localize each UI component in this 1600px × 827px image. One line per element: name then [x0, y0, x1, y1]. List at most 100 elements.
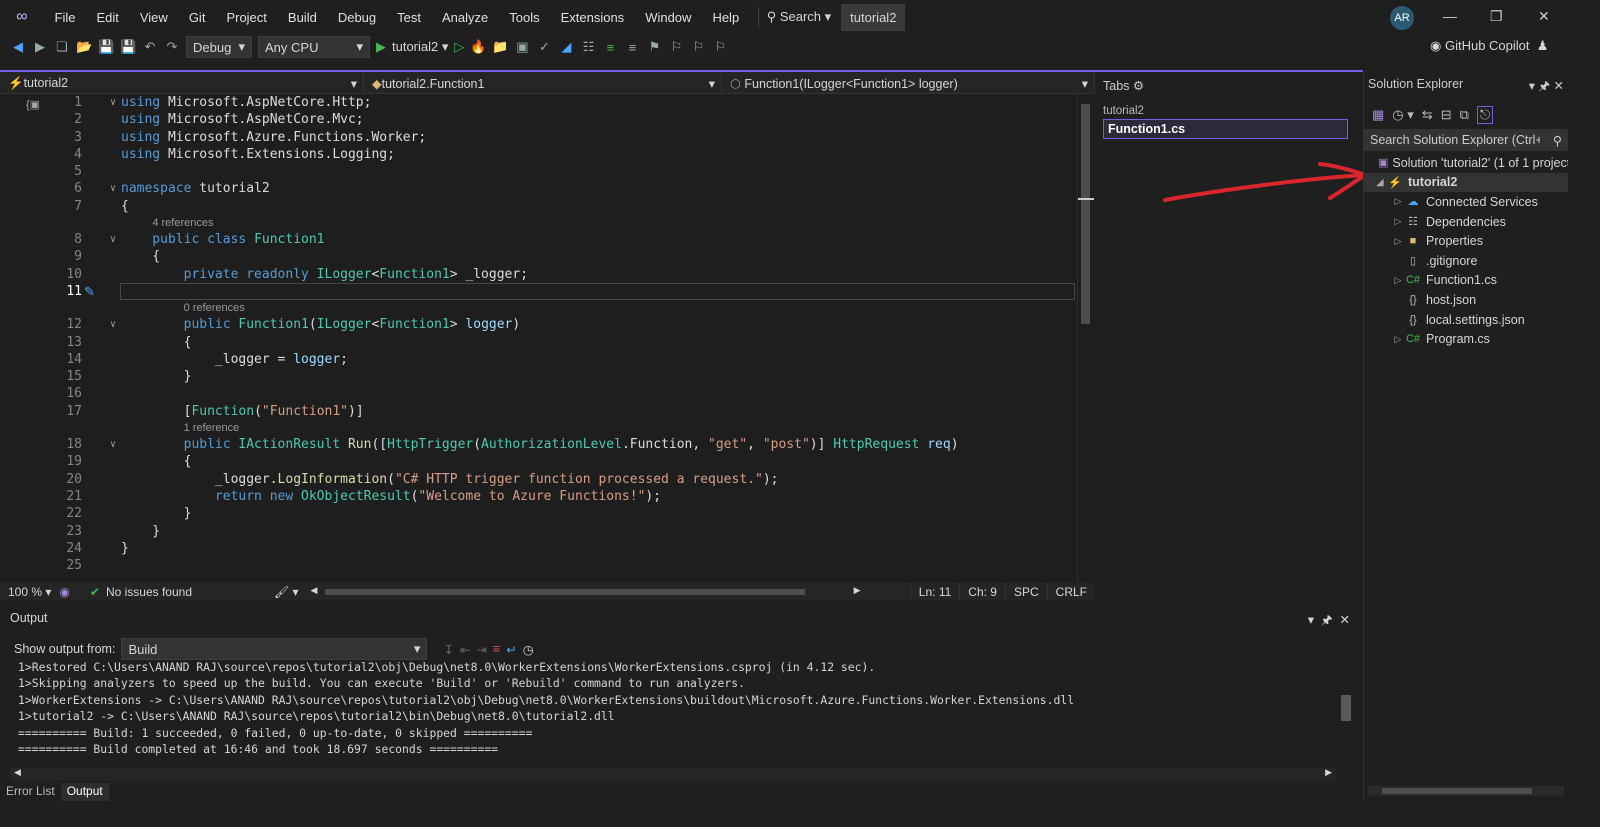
output-source-select[interactable]: Build ▾	[121, 638, 428, 660]
se-horizontal-scrollbar[interactable]	[1368, 786, 1564, 796]
next-message-icon[interactable]: ⇥	[476, 642, 486, 657]
whitespace-indicator[interactable]: SPC	[1004, 583, 1047, 600]
menu-extensions[interactable]: Extensions	[550, 10, 635, 25]
class-select[interactable]: ◆tutorial2.Function1 ▾	[364, 72, 722, 94]
save-all-icon[interactable]: 💾	[120, 39, 136, 55]
fold-chevron-icon[interactable]: ∨	[110, 180, 116, 197]
collapsed-arrow-icon[interactable]: ▷	[1392, 236, 1404, 247]
quick-actions-icon[interactable]: ✎	[84, 283, 95, 300]
menu-edit[interactable]: Edit	[86, 10, 129, 25]
references-count[interactable]: 0 references	[0, 302, 245, 314]
vertical-scrollbar[interactable]	[1077, 94, 1094, 582]
copy-icon[interactable]: ⧉	[1460, 107, 1469, 123]
collapsed-arrow-icon[interactable]: ▷	[1392, 196, 1404, 207]
tree-item[interactable]: ◢ ⚡ tutorial2	[1364, 172, 1568, 193]
codelens-references[interactable]: 4 references	[0, 215, 1077, 231]
code-area[interactable]: 1 ∨ using Microsoft.AspNetCore.Http; 2 using…	[0, 94, 1077, 582]
prev-message-icon[interactable]: ⇤	[460, 642, 470, 657]
show-all-files-icon[interactable]: ⎋	[1476, 106, 1494, 124]
search-button[interactable]: ⚲ Search ▾	[767, 9, 831, 25]
hot-reload-icon[interactable]: 🔥	[470, 39, 486, 55]
tree-item[interactable]: ▯ .gitignore	[1364, 251, 1568, 271]
minimize-icon[interactable]: —	[1443, 8, 1457, 24]
line-indicator[interactable]: Ln: 11	[909, 583, 959, 600]
pin-icon[interactable]: 🖈	[1538, 79, 1550, 93]
tree-item[interactable]: ▷ ☷ Dependencies	[1364, 212, 1568, 232]
line-ending-indicator[interactable]: CRLF	[1046, 583, 1095, 600]
tree-item[interactable]: {} local.settings.json	[1364, 310, 1568, 330]
configuration-select[interactable]: Debug ▾	[186, 36, 252, 58]
start-target-button[interactable]: tutorial2 ▾	[392, 39, 448, 55]
redo-icon[interactable]: ↷	[164, 39, 180, 55]
project-select[interactable]: ⚡tutorial2 ▾	[0, 72, 364, 94]
issues-status[interactable]: No issues found	[106, 585, 256, 599]
tree-item[interactable]: ▷ C# Program.cs	[1364, 329, 1568, 349]
gear-icon[interactable]: ⚙	[1133, 79, 1144, 93]
code-cleanup-icon[interactable]: 🖌 ▾	[274, 585, 299, 599]
dropdown-icon[interactable]: ▾	[1308, 613, 1314, 627]
back-icon[interactable]: ◀	[10, 39, 26, 55]
tab-function1-cs[interactable]: Function1.cs	[1103, 119, 1348, 139]
start-debug-icon[interactable]: ▶	[376, 39, 386, 55]
collapsed-arrow-icon[interactable]: ▷	[1392, 334, 1404, 345]
tree-item[interactable]: ▷ C# Function1.cs	[1364, 271, 1568, 291]
dropdown-icon[interactable]: ▾	[1529, 79, 1535, 93]
pin-icon[interactable]: 🖈	[1321, 613, 1333, 627]
spell-check-icon[interactable]: ✓	[536, 39, 552, 55]
expanded-arrow-icon[interactable]: ◢	[1374, 177, 1386, 188]
horizontal-scrollbar[interactable]: ◀ ▶	[311, 585, 861, 597]
uncomment-icon[interactable]: ≡	[624, 40, 640, 55]
switch-views-icon[interactable]: ▦	[1372, 107, 1384, 123]
tree-item[interactable]: {} host.json	[1364, 290, 1568, 310]
codelens-references[interactable]: 1 reference	[0, 420, 1077, 436]
solution-search-input[interactable]: Search Solution Explorer (Ctrl+;) ⚲	[1364, 129, 1568, 151]
undo-icon[interactable]: ↶	[142, 39, 158, 55]
clock-icon[interactable]: ◷	[523, 642, 534, 657]
pointer-icon[interactable]: ◢	[558, 39, 574, 55]
copilot-status-icon[interactable]: ◉	[59, 585, 69, 599]
menu-analyze[interactable]: Analyze	[431, 10, 498, 25]
close-icon[interactable]: ✕	[1538, 8, 1550, 25]
tree-item[interactable]: ▷ ☁ Connected Services	[1364, 192, 1568, 212]
solution-folder-icon[interactable]: 📁	[492, 39, 508, 55]
forward-icon[interactable]: ▶	[32, 39, 48, 55]
fold-chevron-icon[interactable]: ∨	[110, 231, 116, 248]
tab-output[interactable]: Output	[60, 783, 109, 801]
bookmark-icon[interactable]: ⚑	[646, 39, 662, 55]
clear-bookmarks-icon[interactable]: ⚐	[712, 39, 728, 55]
close-panel-icon[interactable]: ✕	[1340, 613, 1350, 627]
menu-view[interactable]: View	[129, 10, 178, 25]
menu-tools[interactable]: Tools	[499, 10, 550, 25]
tree-item[interactable]: ▷ ■ Properties	[1364, 231, 1568, 251]
word-wrap-icon[interactable]: ↵	[506, 642, 516, 657]
fold-chevron-icon[interactable]: ∨	[110, 316, 116, 333]
restore-icon[interactable]: ❐	[1490, 8, 1503, 25]
avatar[interactable]: AR	[1390, 6, 1414, 30]
zoom-select[interactable]: 100 % ▾	[0, 585, 59, 599]
output-horizontal-scrollbar[interactable]: ◀ ▶	[10, 767, 1336, 781]
prev-bookmark-icon[interactable]: ⚐	[668, 39, 684, 55]
fold-chevron-icon[interactable]: ∨	[110, 94, 116, 111]
references-count[interactable]: 4 references	[0, 217, 213, 229]
sync-icon[interactable]: ⇆	[1422, 107, 1433, 123]
output-text[interactable]: 1>Restored C:\Users\ANAND RAJ\source\rep…	[18, 659, 1074, 757]
menu-build[interactable]: Build	[277, 10, 327, 25]
find-message-icon[interactable]: ↧	[443, 642, 453, 657]
menu-project[interactable]: Project	[216, 10, 277, 25]
output-vertical-scrollbar[interactable]	[1338, 655, 1354, 767]
next-bookmark-icon[interactable]: ⚐	[690, 39, 706, 55]
comment-icon[interactable]: ≡	[602, 40, 618, 55]
references-count[interactable]: 1 reference	[0, 422, 240, 434]
fold-chevron-icon[interactable]: ∨	[110, 436, 116, 453]
tab-error-list[interactable]: Error List	[0, 783, 61, 801]
menu-window[interactable]: Window	[635, 10, 702, 25]
menu-help[interactable]: Help	[702, 10, 750, 25]
clear-all-icon[interactable]: ≡	[493, 642, 500, 656]
github-copilot-button[interactable]: ◉ GitHub Copilot ♟	[1430, 38, 1548, 54]
menu-debug[interactable]: Debug	[327, 10, 386, 25]
save-icon[interactable]: 💾	[98, 39, 114, 55]
start-without-debug-icon[interactable]: ▷	[454, 39, 464, 55]
collapsed-arrow-icon[interactable]: ▷	[1392, 216, 1404, 227]
member-select[interactable]: ⬡ Function1(ILogger<Function1> logger) ▾	[722, 72, 1095, 94]
open-folder-icon[interactable]: 📂	[76, 39, 92, 55]
